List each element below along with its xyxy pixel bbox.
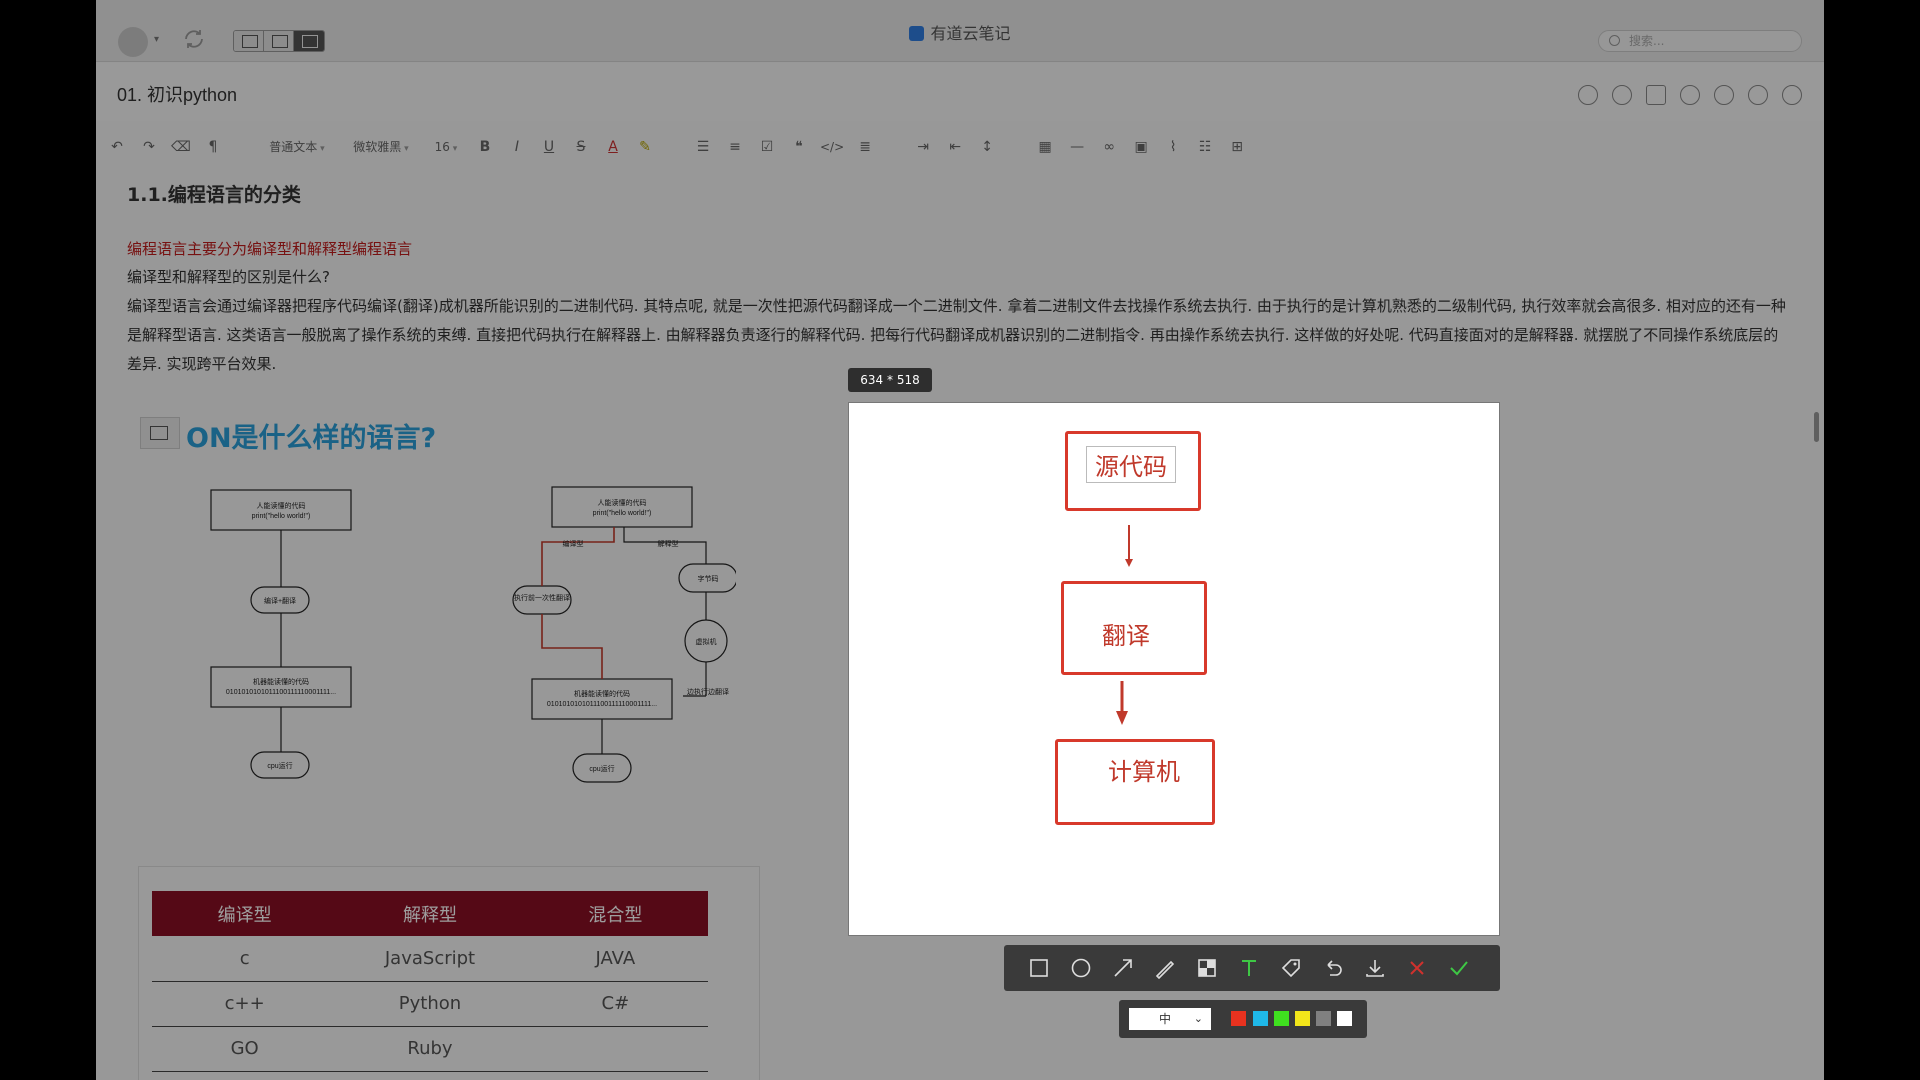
capture-region[interactable]: 源代码 翻译 计算机: [848, 402, 1500, 936]
cancel-icon[interactable]: [1406, 957, 1428, 979]
color-swatch-yellow[interactable]: [1295, 1011, 1310, 1026]
rectangle-tool-icon[interactable]: [1028, 957, 1050, 979]
capture-box-translate-label: 翻译: [1102, 622, 1150, 650]
color-size-panel: 中 ⌄: [1119, 1000, 1367, 1038]
capture-box-source-label: 源代码: [1086, 446, 1176, 483]
capture-toolbar: [1004, 945, 1500, 991]
brush-size-select[interactable]: 中 ⌄: [1129, 1008, 1211, 1030]
undo-icon[interactable]: [1322, 957, 1344, 979]
arrow-down-icon: [1125, 525, 1133, 567]
arrow-tool-icon[interactable]: [1112, 957, 1134, 979]
chevron-down-icon: ⌄: [1193, 1012, 1203, 1025]
confirm-check-icon[interactable]: [1448, 957, 1470, 979]
tag-tool-icon[interactable]: [1280, 957, 1302, 979]
text-tool-icon[interactable]: [1238, 957, 1260, 979]
color-swatch-gray[interactable]: [1316, 1011, 1331, 1026]
color-swatch-cyan[interactable]: [1253, 1011, 1268, 1026]
download-icon[interactable]: [1364, 957, 1386, 979]
arrow-down-icon: [1116, 681, 1128, 725]
color-swatch-green[interactable]: [1274, 1011, 1289, 1026]
capture-box-source: 源代码: [1065, 431, 1201, 511]
color-swatch-red[interactable]: [1231, 1011, 1246, 1026]
ellipse-tool-icon[interactable]: [1070, 957, 1092, 979]
brush-size-value: 中: [1159, 1012, 1172, 1026]
pen-tool-icon[interactable]: [1154, 957, 1176, 979]
mosaic-tool-icon[interactable]: [1196, 957, 1218, 979]
capture-box-computer-label: 计算机: [1108, 758, 1180, 786]
capture-box-computer: 计算机: [1055, 739, 1215, 825]
capture-box-translate: 翻译: [1061, 581, 1207, 675]
color-swatch-white[interactable]: [1337, 1011, 1352, 1026]
capture-size-label: 634 * 518: [848, 368, 932, 392]
